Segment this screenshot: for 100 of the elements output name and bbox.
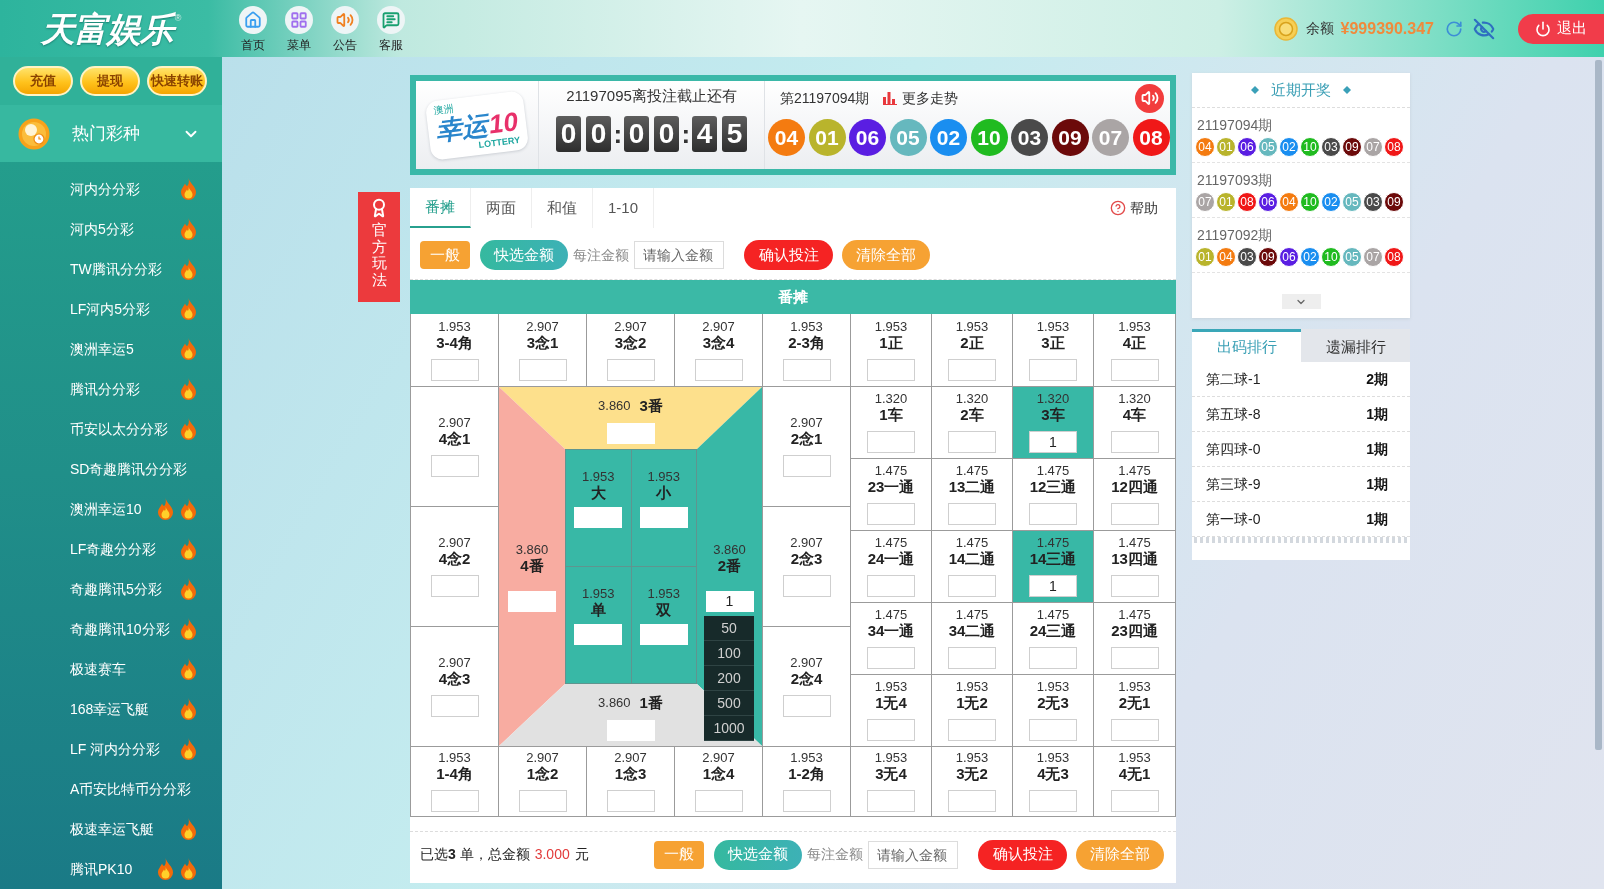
official-play-tab[interactable]: 官方玩法 [358,192,400,302]
nav-button[interactable]: 首页 [230,5,276,52]
lottery-menu-item[interactable]: A币安比特币分分彩 [0,769,222,809]
amount-input[interactable] [1029,358,1077,381]
amount-input[interactable] [948,503,996,525]
bet-cell[interactable]: 2.907 1念4 [675,747,763,817]
action-button[interactable]: 充值 [13,66,73,96]
bet-cell[interactable]: 2.907 2念1 [763,387,851,507]
bet-cell[interactable]: 1.953 2-3角 [763,314,851,387]
amount-input[interactable] [867,575,915,597]
dropdown-option[interactable]: 50 [704,616,754,641]
dropdown-option[interactable]: 100 [704,641,754,666]
lottery-menu-item[interactable]: 奇趣腾讯5分彩 [0,569,222,609]
amount-input[interactable] [867,647,915,669]
bet-cell[interactable]: 1.953 2无1 [1094,675,1176,747]
bet-cell[interactable]: 1.953 单 [566,567,632,684]
bet-cell[interactable]: 1.953 1-4角 [411,747,499,817]
amount-input[interactable]: 1 [1029,575,1077,597]
lottery-menu-item[interactable]: 澳洲幸运5 [0,329,222,369]
bet-cell[interactable]: 1.953 1-2角 [763,747,851,817]
lottery-menu-item[interactable]: 币安以太分分彩 [0,409,222,449]
amount-input[interactable] [430,358,479,381]
nav-button[interactable]: 菜单 [276,5,322,52]
bet-cell[interactable]: 1.475 12四通 [1094,459,1176,531]
lottery-menu-item[interactable]: LF奇趣分分彩 [0,529,222,569]
bet-cell[interactable]: 1.320 2车 [932,387,1013,459]
amount-input[interactable] [867,503,915,525]
amount-input[interactable] [782,790,831,812]
bet-cell[interactable]: 1.953 3正 [1013,314,1094,387]
bet-cell[interactable]: 1.953 大 [566,450,632,567]
bet-cell[interactable]: 1.953 3无2 [932,747,1013,817]
ranking-tab[interactable]: 遗漏排行 [1301,329,1410,362]
amount-input[interactable] [639,624,688,645]
action-button[interactable]: 提现 [80,66,140,96]
lottery-menu-item[interactable]: 奇趣腾讯10分彩 [0,609,222,649]
amount-input[interactable] [1110,790,1159,812]
amount-input[interactable] [867,790,915,812]
action-button[interactable]: 快速转账 [147,66,207,96]
amount-input[interactable] [574,507,623,528]
amount-input[interactable] [782,695,831,717]
lottery-menu-item[interactable]: 168幸运飞艇 [0,689,222,729]
amount-input[interactable] [518,358,567,381]
nav-button[interactable]: 客服 [368,5,414,52]
amount-input[interactable] [948,358,996,381]
amount-input[interactable]: 1 [705,591,754,612]
bet-cell[interactable]: 2.907 3念1 [499,314,587,387]
lottery-menu-item[interactable]: TW腾讯分分彩 [0,249,222,289]
amount-input[interactable] [948,647,996,669]
amount-input[interactable] [1110,575,1159,597]
dropdown-option[interactable]: 1000 [704,716,754,741]
bet-cell[interactable]: 1.475 12三通 [1013,459,1094,531]
confirm-bet-button[interactable]: 确认投注 [978,839,1067,870]
bet-cell[interactable]: 1.475 14二通 [932,531,1013,603]
refresh-button[interactable] [1445,19,1463,38]
bet-cell[interactable]: 1.475 23四通 [1094,603,1176,675]
sound-button[interactable] [1135,83,1164,113]
amount-input[interactable] [867,719,915,741]
bet-cell[interactable]: 2.907 2念3 [763,507,851,627]
play-tab[interactable]: 1-10 [593,188,654,228]
bet-cell[interactable]: 1.320 4车 [1094,387,1176,459]
play-tab[interactable]: 两面 [471,188,532,228]
lottery-menu-item[interactable]: 澳洲幸运10 [0,489,222,529]
bet-cell[interactable]: 1.953 2无3 [1013,675,1094,747]
bet-cell[interactable]: 1.320 3车 1 [1013,387,1094,459]
amount-input[interactable] [1110,719,1159,741]
amount-input[interactable] [639,507,688,528]
lottery-menu-item[interactable]: 腾讯PK10 [0,849,222,889]
bet-cell[interactable]: 2.907 4念1 [411,387,499,507]
amount-input[interactable]: 请输入金额 [634,241,724,269]
amount-input[interactable] [606,720,655,741]
dropdown-option[interactable]: 500 [704,691,754,716]
amount-input[interactable] [867,358,915,381]
help-link[interactable]: 帮助 [1110,188,1158,228]
amount-input[interactable] [782,358,831,381]
amount-input[interactable] [574,624,623,645]
trend-link[interactable]: 更多走势 [883,87,959,109]
amount-input[interactable]: 1 [1029,431,1077,453]
nav-button[interactable]: 公告 [322,5,368,52]
bet-cell[interactable]: 1.475 23一通 [851,459,932,531]
bet-cell[interactable]: 1.953 2正 [932,314,1013,387]
amount-input[interactable] [508,591,556,612]
amount-input[interactable] [782,455,831,477]
amount-input[interactable] [948,790,996,812]
confirm-bet-button[interactable]: 确认投注 [744,240,833,270]
amount-input[interactable] [1110,647,1159,669]
bet-cell[interactable]: 2.907 2念4 [763,627,851,747]
bet-cell[interactable]: 2.907 1念3 [587,747,675,817]
amount-input[interactable] [782,575,831,597]
amount-input[interactable] [1110,431,1159,453]
amount-input[interactable] [1029,790,1077,812]
lottery-menu-item[interactable]: 极速赛车 [0,649,222,689]
amount-input[interactable] [518,790,567,812]
amount-input[interactable] [606,423,655,444]
dropdown-option[interactable]: 200 [704,666,754,691]
bet-cell[interactable]: 2.907 4念2 [411,507,499,627]
bet-cell[interactable]: 2.907 4念3 [411,627,499,747]
bet-cell[interactable]: 1.475 13二通 [932,459,1013,531]
amount-input[interactable] [606,790,655,812]
amount-input[interactable] [948,719,996,741]
hide-balance-button[interactable] [1473,17,1495,40]
